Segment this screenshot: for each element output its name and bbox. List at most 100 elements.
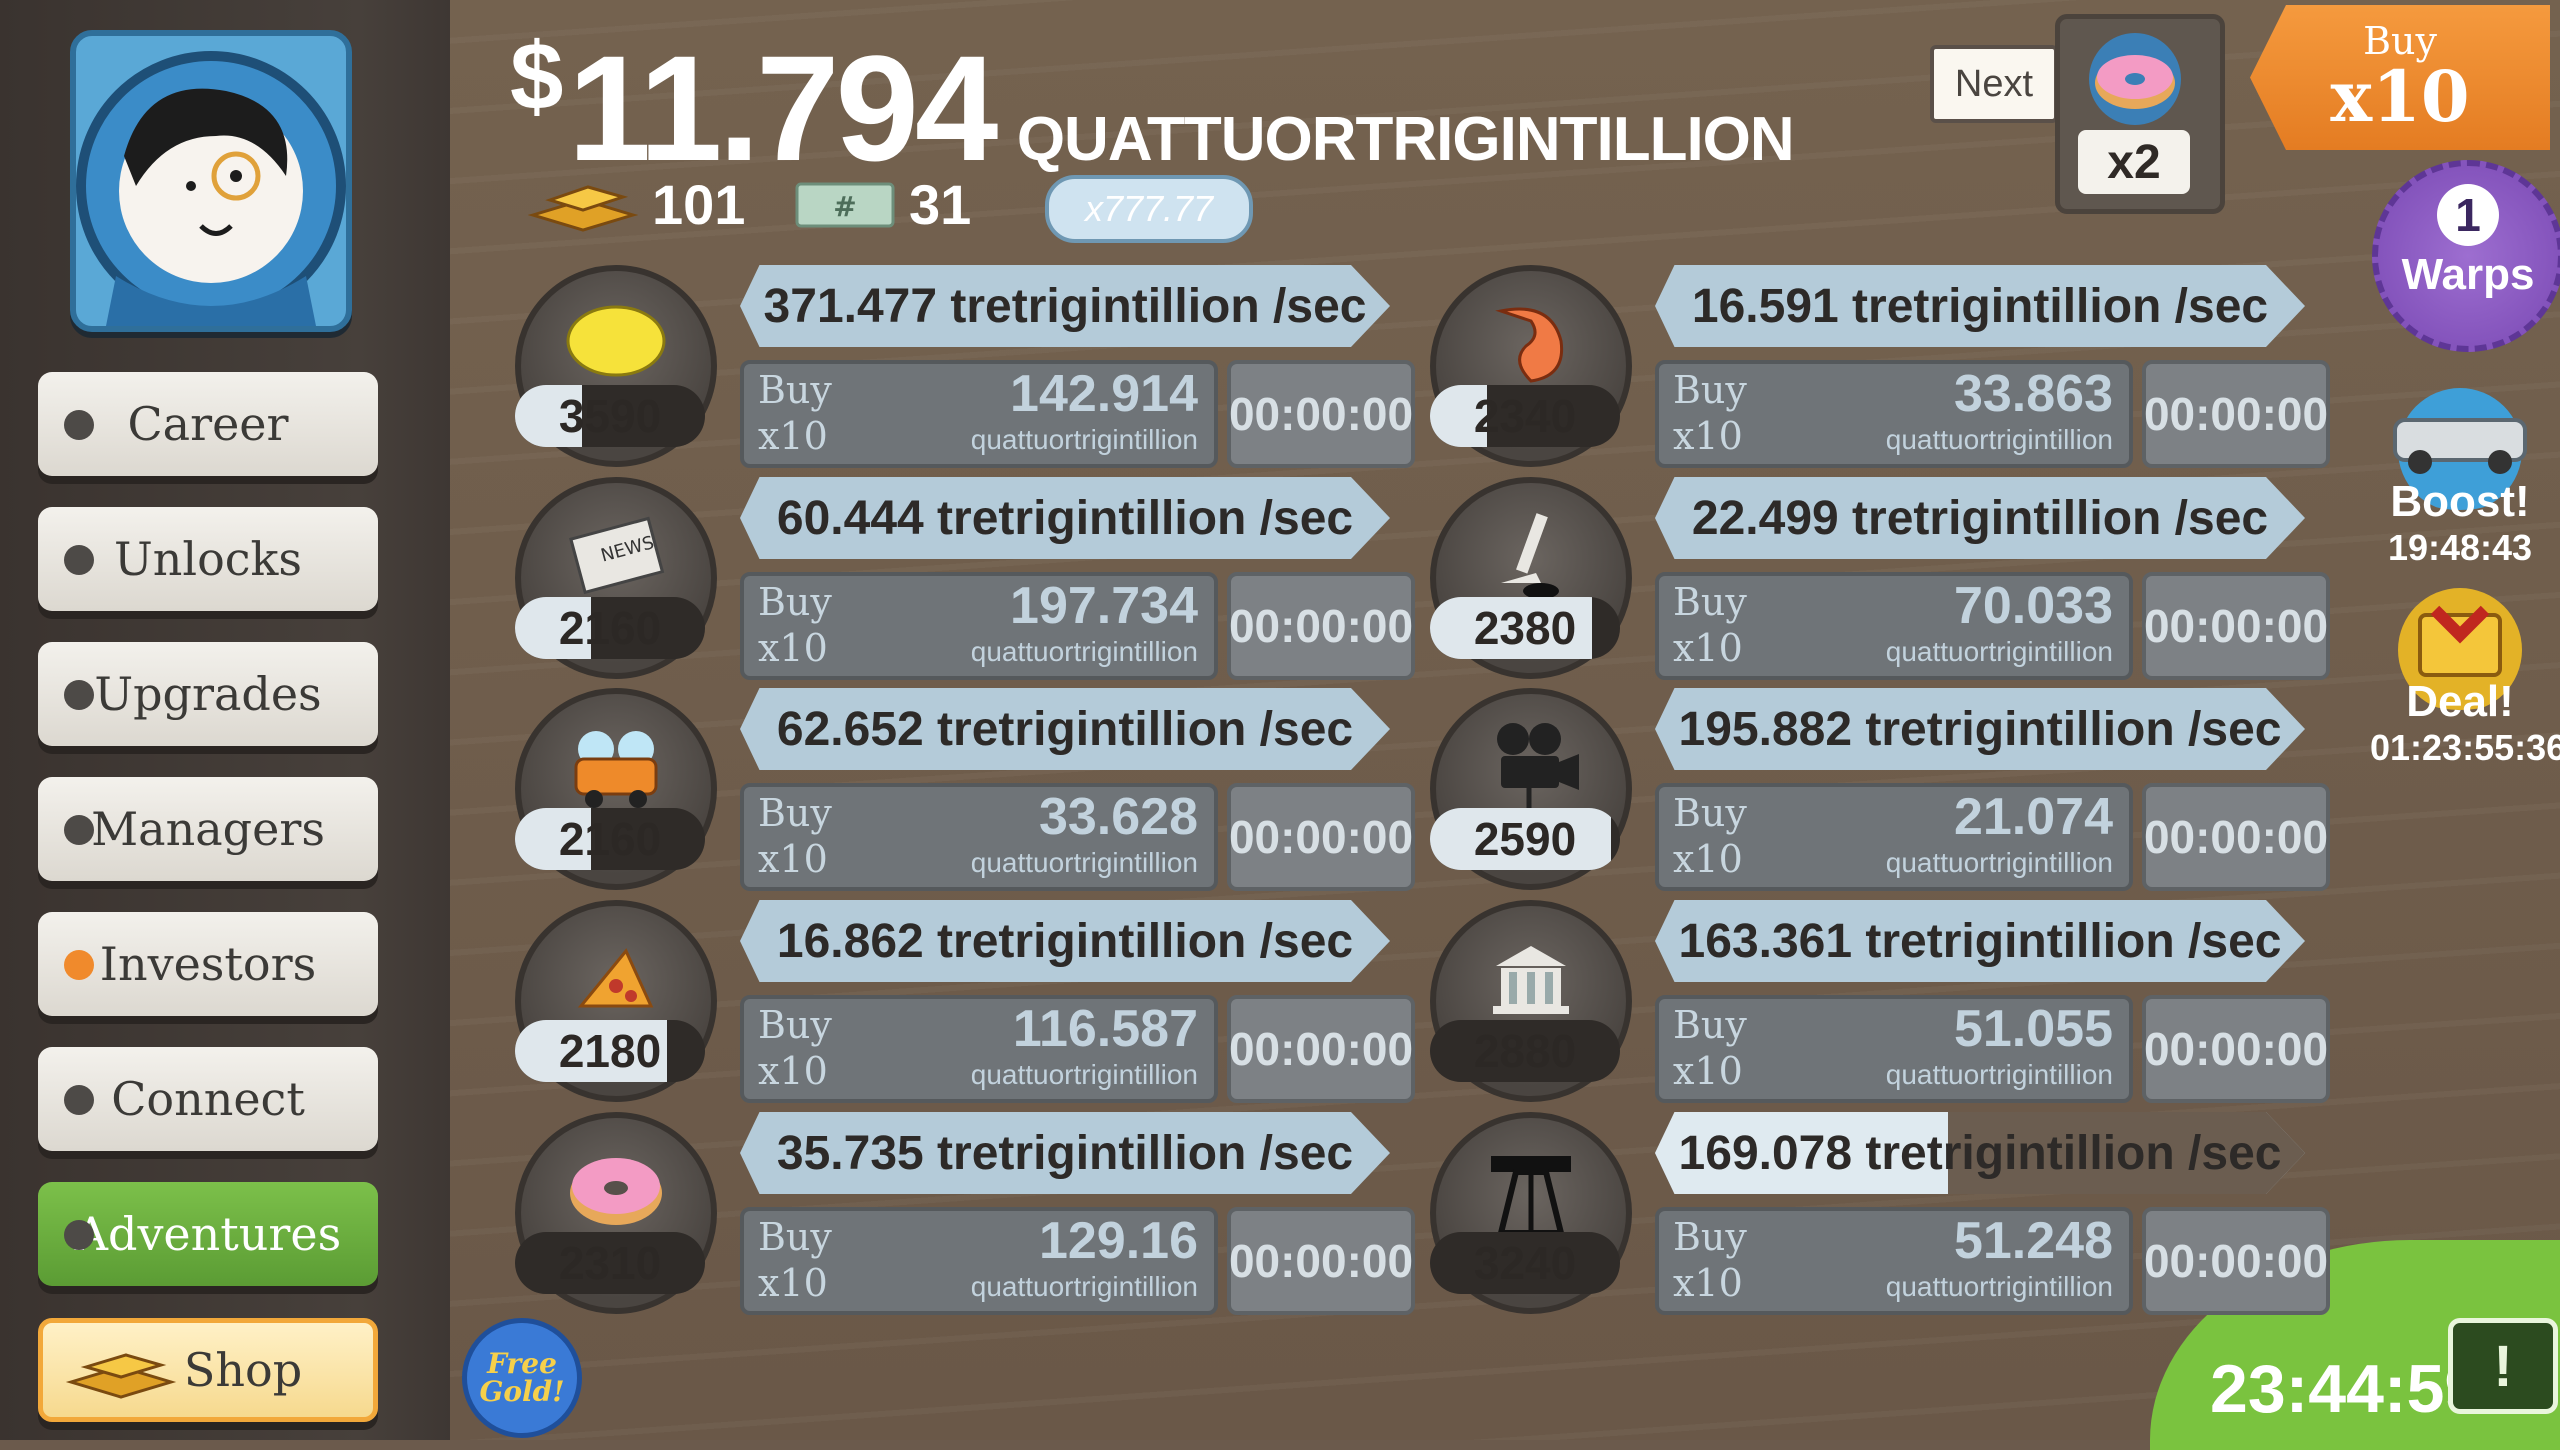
nav-career-button[interactable]: Career — [38, 372, 378, 476]
oil-rig-icon — [1471, 1138, 1591, 1238]
nav-label: Unlocks — [113, 532, 303, 586]
owned-count-badge: 2160 — [515, 597, 705, 659]
cycle-timer-text: 00:00:00 — [1228, 1235, 1414, 1287]
cycle-timer-text: 00:00:00 — [1228, 600, 1414, 652]
business-row: NEWS 2160 60.444 tretrigintillion /sec B… — [515, 477, 1415, 680]
business-row: 3240 169.078 tretrigintillion /sec Buy x… — [1430, 1112, 2330, 1315]
newspaper-icon: NEWS — [556, 503, 676, 603]
buy-cost-unit: quattuortrigintillion — [970, 1059, 1198, 1090]
cycle-timer-text: 00:00:00 — [1228, 1023, 1414, 1075]
nav-upgrades-button[interactable]: Upgrades — [38, 642, 378, 746]
nav-connect-button[interactable]: Connect — [38, 1047, 378, 1151]
warps-count: 1 — [2437, 184, 2499, 246]
free-gold-label: Free Gold! — [479, 1347, 565, 1408]
buy-business-button[interactable]: Buy x10 33.863 quattuortrigintillion — [1655, 360, 2133, 468]
revenue-rate-bar: 16.862 tretrigintillion /sec — [740, 900, 1390, 982]
buy-word: Buy — [1673, 1003, 1747, 1047]
buy-business-button[interactable]: Buy x10 51.248 quattuortrigintillion — [1655, 1207, 2133, 1315]
buy-cost: 197.734 — [1010, 577, 1198, 635]
revenue-rate-text: 371.477 tretrigintillion /sec — [763, 279, 1367, 333]
gold-bars-icon — [528, 184, 638, 232]
status-dot-active — [64, 950, 94, 980]
business-row: 3590 371.477 tretrigintillion /sec Buy x… — [515, 265, 1415, 468]
buy-multiplier: x10 — [758, 626, 828, 670]
angel-multiplier: x777.77 — [1084, 188, 1214, 229]
buy-business-button[interactable]: Buy x10 21.074 quattuortrigintillion — [1655, 783, 2133, 891]
revenue-rate-bar: 62.652 tretrigintillion /sec — [740, 688, 1390, 770]
buy-business-button[interactable]: Buy x10 197.734 quattuortrigintillion — [740, 572, 1218, 680]
buy-word: Buy — [1673, 580, 1747, 624]
nav-unlocks-button[interactable]: Unlocks — [38, 507, 378, 611]
nav-label: Career — [127, 397, 289, 451]
next-multiplier: x2 — [2078, 130, 2190, 194]
revenue-rate-text: 35.735 tretrigintillion /sec — [776, 1126, 1354, 1180]
nav-label: Managers — [91, 802, 325, 856]
buy-cost-unit: quattuortrigintillion — [1885, 636, 2113, 667]
nav-managers-button[interactable]: Managers — [38, 777, 378, 881]
buy-multiplier: x10 — [758, 837, 828, 881]
svg-text:#: # — [833, 190, 856, 223]
nav-label: Upgrades — [94, 667, 322, 721]
buy-word: Buy — [758, 1215, 832, 1259]
revenue-rate-text: 16.862 tretrigintillion /sec — [776, 914, 1354, 968]
owned-count-badge: 2180 — [515, 1020, 705, 1082]
megabucks-icon: # — [795, 182, 895, 227]
cycle-timer-text: 00:00:00 — [1228, 811, 1414, 863]
buy-multiplier: x10 — [758, 414, 828, 458]
buy-business-button[interactable]: Buy x10 33.628 quattuortrigintillion — [740, 783, 1218, 891]
buy-business-button[interactable]: Buy x10 70.033 quattuortrigintillion — [1655, 572, 2133, 680]
warps-label: Warps — [2401, 250, 2535, 299]
shop-label: Shop — [183, 1343, 303, 1397]
event-timer: 23:44:59 — [2210, 1351, 2483, 1427]
buy-business-button[interactable]: Buy x10 51.055 quattuortrigintillion — [1655, 995, 2133, 1103]
buy-word: Buy — [758, 1003, 832, 1047]
cycle-timer-text: 00:00:00 — [2143, 600, 2329, 652]
nav-label: Adventures — [74, 1207, 342, 1261]
cycle-timer-text: 00:00:00 — [2143, 388, 2329, 440]
owned-count: 2340 — [1473, 390, 1577, 442]
cycle-timer: 00:00:00 — [2142, 783, 2330, 891]
owned-count: 2380 — [1473, 602, 1577, 654]
buy-cost-unit: quattuortrigintillion — [1885, 847, 2113, 878]
buy-multiplier: x10 — [758, 1261, 828, 1305]
buy-business-button[interactable]: Buy x10 142.914 quattuortrigintillion — [740, 360, 1218, 468]
angel-multiplier-pill[interactable]: x777.77 — [1045, 175, 1253, 243]
boost-button[interactable]: Boost! 19:48:43 — [2370, 380, 2550, 569]
status-dot — [64, 1220, 94, 1250]
donut-icon — [556, 1138, 676, 1238]
owned-count: 3240 — [1473, 1237, 1577, 1289]
free-gold-button[interactable]: Free Gold! — [462, 1318, 582, 1438]
buy-business-button[interactable]: Buy x10 129.16 quattuortrigintillion — [740, 1207, 1218, 1315]
warps-button[interactable]: 1 Warps — [2372, 160, 2560, 352]
shop-button[interactable]: Shop — [38, 1318, 378, 1422]
nav-adventures-button[interactable]: Adventures — [38, 1182, 378, 1286]
pizza-icon — [556, 926, 676, 1026]
owned-count-badge: 2590 — [1430, 808, 1620, 870]
gold-count: 101 — [652, 173, 746, 236]
nav-investors-button[interactable]: Investors — [38, 912, 378, 1016]
owned-count-badge: 3240 — [1430, 1232, 1620, 1294]
buy-cost: 70.033 — [1953, 577, 2113, 635]
status-dot — [64, 680, 94, 710]
cycle-timer: 00:00:00 — [2142, 360, 2330, 468]
owned-count: 3590 — [558, 390, 662, 442]
buy-cost-unit: quattuortrigintillion — [970, 847, 1198, 878]
buy-business-button[interactable]: Buy x10 116.587 quattuortrigintillion — [740, 995, 1218, 1103]
buy-cost: 33.863 — [1953, 365, 2113, 423]
buy-cost: 142.914 — [1010, 365, 1198, 423]
owned-count: 2160 — [558, 602, 662, 654]
avatar[interactable] — [70, 30, 352, 332]
buy-multiplier-button[interactable]: Buy x10 — [2250, 5, 2550, 150]
revenue-rate-bar: 22.499 tretrigintillion /sec — [1655, 477, 2305, 559]
deal-time: 01:23:55:36 — [2370, 727, 2560, 768]
buy-cost-unit: quattuortrigintillion — [970, 424, 1198, 455]
buy-cost: 21.074 — [1953, 788, 2113, 846]
buy-cost-unit: quattuortrigintillion — [970, 1271, 1198, 1302]
revenue-rate-text: 22.499 tretrigintillion /sec — [1691, 491, 2269, 545]
tv-icon[interactable]: ! — [2448, 1318, 2558, 1414]
buy-cost: 51.055 — [1953, 1000, 2113, 1058]
deal-button[interactable]: Deal! 01:23:55:36 — [2370, 580, 2560, 769]
revenue-rate-text: 62.652 tretrigintillion /sec — [776, 702, 1354, 756]
sidebar: Career Unlocks Upgrades Managers Investo… — [0, 0, 450, 1440]
buy-cost: 51.248 — [1953, 1212, 2113, 1270]
